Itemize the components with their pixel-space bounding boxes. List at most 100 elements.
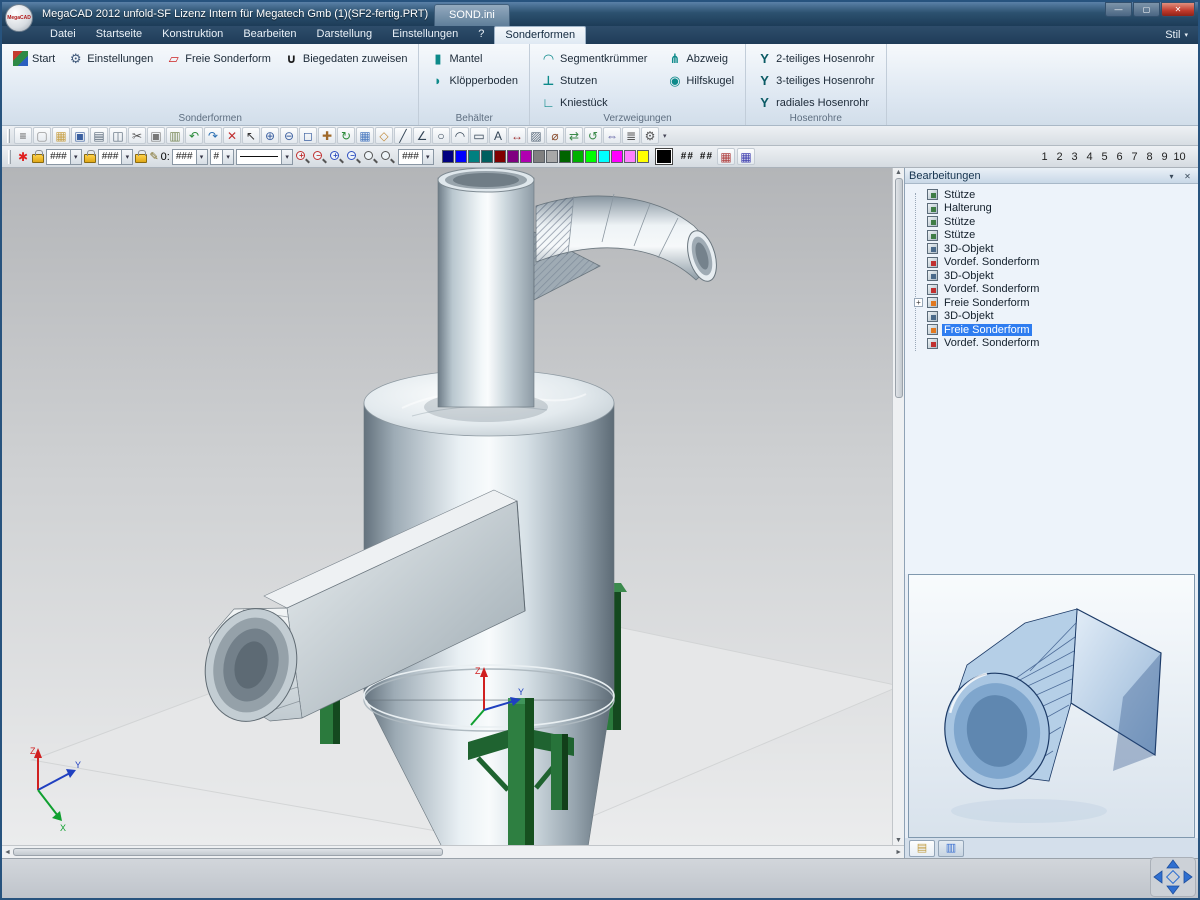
zoom-out-blue-icon[interactable]: − (346, 149, 362, 165)
tree-item[interactable]: 3D-Objekt (909, 269, 1196, 283)
rectangle-icon[interactable]: ▭ (470, 127, 488, 144)
pen-combo[interactable]: ###▾ (172, 149, 208, 165)
layer-combo[interactable]: ###▾ (46, 149, 82, 165)
palette-color[interactable] (546, 150, 558, 163)
ribbon-item[interactable]: ⋔ Abzweig (662, 48, 739, 69)
style-menu[interactable]: Stil ▾ (1155, 27, 1198, 44)
ribbon-item[interactable]: ◉ Hilfskugel (662, 70, 739, 91)
group-lock-icon[interactable] (84, 154, 96, 163)
move-icon[interactable]: ⇄ (565, 127, 583, 144)
text-icon[interactable]: A (489, 127, 507, 144)
model-cyclone-separator[interactable]: Z Y Z Y (2, 168, 892, 845)
print-icon[interactable]: ▤ (90, 127, 108, 144)
cut-icon[interactable]: ✂ (128, 127, 146, 144)
copy-icon[interactable]: ▣ (147, 127, 165, 144)
palette-color[interactable] (507, 150, 519, 163)
menu-tab[interactable]: Bearbeiten (233, 26, 306, 44)
settings-icon[interactable]: ⚙ (641, 127, 659, 144)
pen-lock-icon[interactable] (135, 154, 147, 163)
pen-number[interactable]: 7 (1127, 151, 1142, 163)
save-icon[interactable]: ▣ (71, 127, 89, 144)
toolbar-grip[interactable] (8, 150, 11, 164)
group-combo[interactable]: ###▾ (98, 149, 134, 165)
menu-tab[interactable]: ? (468, 26, 494, 44)
scroll-up-arrow[interactable]: ▲ (895, 169, 902, 176)
measure-icon[interactable]: ⌀ (546, 127, 564, 144)
properties-icon[interactable]: ≣ (622, 127, 640, 144)
pan-icon[interactable]: ✚ (318, 127, 336, 144)
palette-color[interactable] (598, 150, 610, 163)
edit-history-tree[interactable]: Stütze Halterung Stütze Stütze 3D-Objekt… (905, 184, 1198, 574)
zoom-in-blue-icon[interactable]: + (329, 149, 345, 165)
ribbon-item[interactable]: Y radiales Hosenrohr (752, 92, 879, 113)
pen-number[interactable]: 10 (1172, 151, 1187, 163)
pen-number[interactable]: 1 (1037, 151, 1052, 163)
menu-tab[interactable]: Einstellungen (382, 26, 468, 44)
tree-item[interactable]: Vordef. Sonderform (909, 283, 1196, 297)
open-file-icon[interactable]: ▦ (52, 127, 70, 144)
palette-color[interactable] (559, 150, 571, 163)
tree-item[interactable]: Halterung (909, 202, 1196, 216)
ribbon-item[interactable]: Start (8, 48, 60, 69)
scroll-left-arrow[interactable]: ◄ (4, 849, 11, 856)
toolbar-grip[interactable] (7, 129, 10, 143)
palette-color[interactable] (624, 150, 636, 163)
pen-number[interactable]: 2 (1052, 151, 1067, 163)
current-color-swatch[interactable] (656, 149, 672, 164)
pen-number[interactable]: 9 (1157, 151, 1172, 163)
megacad-logo-icon[interactable]: MegaCAD (5, 4, 33, 32)
ribbon-item[interactable]: ◠ Segmentkrümmer (536, 48, 652, 69)
palette-color[interactable] (533, 150, 545, 163)
view-navigation-cross[interactable] (1150, 857, 1196, 897)
layers-icon[interactable]: ≡ (14, 127, 32, 144)
dimension-icon[interactable]: ↔ (508, 127, 526, 144)
linetype-hash-label[interactable]: ## (681, 151, 694, 162)
horizontal-scroll-thumb[interactable] (13, 848, 443, 856)
vertical-scrollbar[interactable]: ▲ ▼ (892, 168, 904, 845)
vertical-scroll-thumb[interactable] (895, 178, 903, 398)
palette-color[interactable] (637, 150, 649, 163)
ribbon-item[interactable]: Y 3-teiliges Hosenrohr (752, 70, 879, 91)
tree-item[interactable]: Stütze (909, 229, 1196, 243)
ribbon-item[interactable]: ⚙ Einstellungen (63, 48, 158, 69)
tree-item[interactable]: Freie Sonderform (909, 323, 1196, 337)
redraw-marker-icon[interactable]: ✱ (18, 150, 28, 164)
tree-item[interactable]: 3D-Objekt (909, 310, 1196, 324)
select-icon[interactable]: ↖ (242, 127, 260, 144)
ribbon-item[interactable]: Y 2-teiliges Hosenrohr (752, 48, 879, 69)
viewport-3d[interactable]: Z Y Z Y (2, 168, 892, 845)
layer-lock-icon[interactable] (32, 154, 44, 163)
palette-color[interactable] (585, 150, 597, 163)
palette-color[interactable] (520, 150, 532, 163)
redo-icon[interactable]: ↷ (204, 127, 222, 144)
tree-expander[interactable]: + (914, 298, 923, 307)
preview-tab-materials[interactable]: ▤ (909, 840, 935, 857)
undo-icon[interactable]: ↶ (185, 127, 203, 144)
scroll-right-arrow[interactable]: ► (895, 849, 902, 856)
pentype-hash-label[interactable]: ## (700, 151, 713, 162)
rotate-icon[interactable]: ↺ (584, 127, 602, 144)
menu-tab[interactable]: Datei (40, 26, 86, 44)
pen-table-icon[interactable]: ▦ (737, 148, 755, 165)
circle-icon[interactable]: ○ (432, 127, 450, 144)
polyline-icon[interactable]: ∠ (413, 127, 431, 144)
tree-item[interactable]: Stütze (909, 188, 1196, 202)
palette-color[interactable] (611, 150, 623, 163)
ribbon-item[interactable]: ∪ Biegedaten zuweisen (279, 48, 413, 69)
ribbon-item[interactable]: ◗ Klöpperboden (425, 70, 523, 91)
menu-tab[interactable]: Startseite (86, 26, 152, 44)
linewidth-combo[interactable]: #▾ (210, 149, 235, 165)
palette-color[interactable] (468, 150, 480, 163)
redraw-icon[interactable]: ↻ (337, 127, 355, 144)
paste-icon[interactable]: ▥ (166, 127, 184, 144)
snap-icon[interactable]: ◇ (375, 127, 393, 144)
tree-item[interactable]: Vordef. Sonderform (909, 256, 1196, 270)
linestyle-combo[interactable]: ▾ (236, 149, 293, 165)
arc-icon[interactable]: ◠ (451, 127, 469, 144)
horizontal-scrollbar[interactable]: ◄ ► (2, 845, 904, 858)
close-button[interactable]: ✕ (1161, 2, 1195, 17)
tree-item[interactable]: 3D-Objekt (909, 242, 1196, 256)
panel-close-button[interactable]: ✕ (1181, 170, 1194, 182)
part-preview[interactable] (908, 574, 1195, 838)
palette-color[interactable] (455, 150, 467, 163)
